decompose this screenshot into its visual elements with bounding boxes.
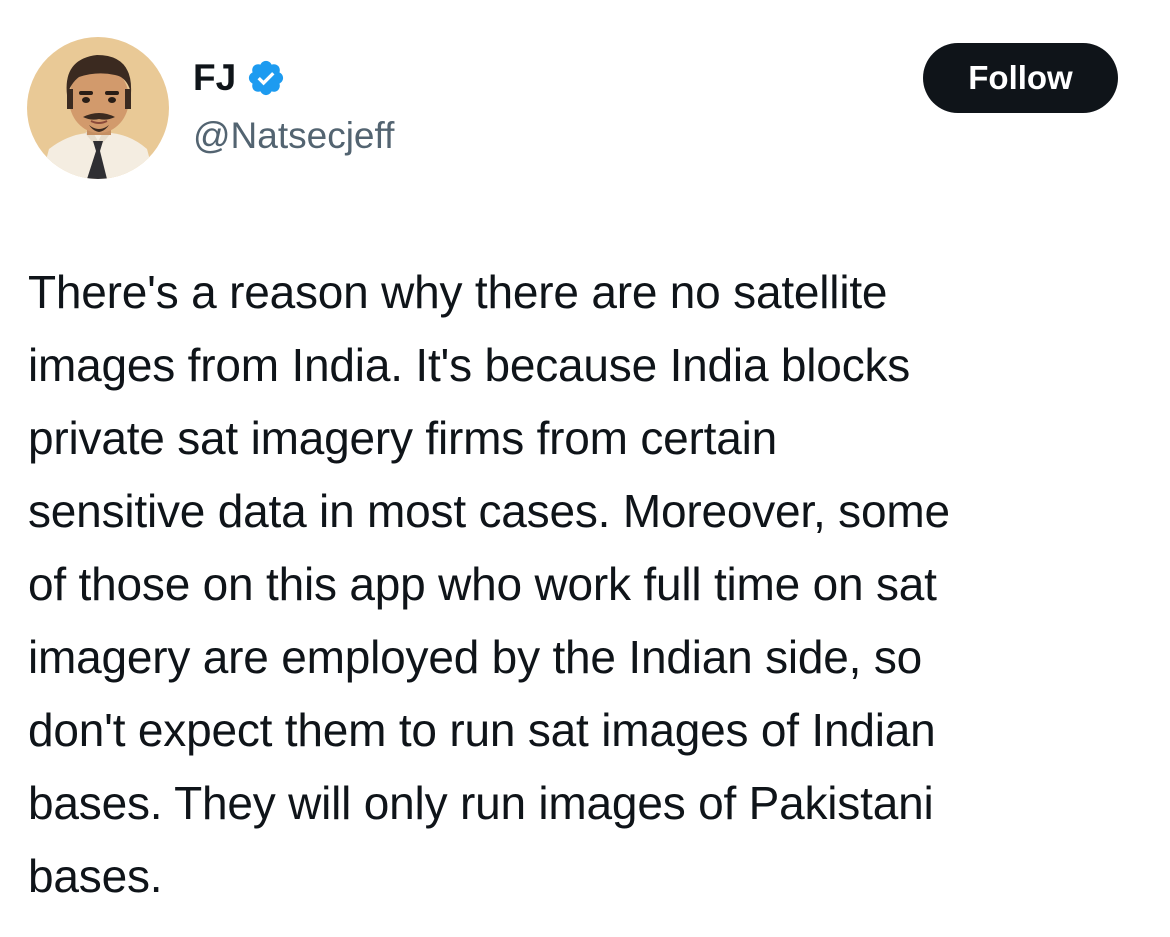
tweet-card: FJ @Natsecjeff Follow There's a reason w… [0,0,1170,937]
author-handle[interactable]: @Natsecjeff [193,112,394,160]
author-name-row: FJ [193,56,286,100]
display-name[interactable]: FJ [193,56,236,100]
tweet-text: There's a reason why there are no satell… [28,266,950,902]
follow-button[interactable]: Follow [923,43,1118,113]
verified-badge-icon[interactable] [246,58,286,98]
avatar[interactable] [27,37,169,179]
